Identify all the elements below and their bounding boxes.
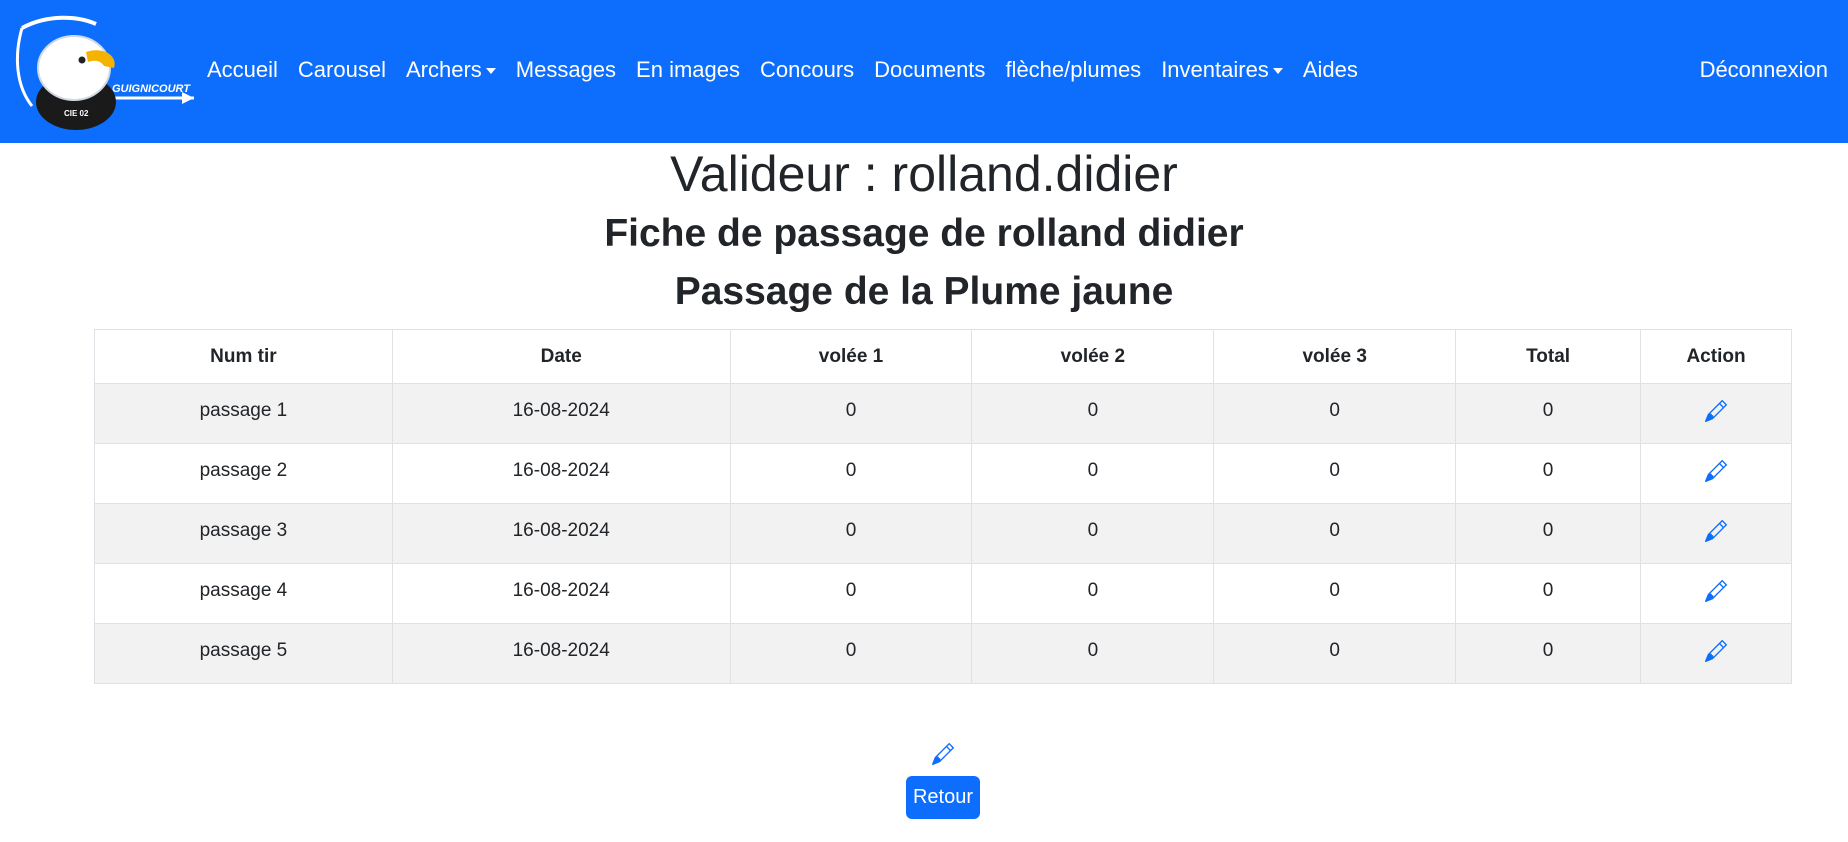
nav-item-label: Aides <box>1302 57 1358 82</box>
table-cell: 0 <box>1213 443 1457 504</box>
nav-item-label: Inventaires <box>1161 57 1269 82</box>
nav-item-7[interactable]: flèche/plumes <box>1005 57 1141 83</box>
table-cell: 0 <box>729 623 973 684</box>
table-cell: 0 <box>1213 503 1457 564</box>
column-header: Total <box>1455 329 1642 384</box>
table-cell: 0 <box>729 383 973 444</box>
action-cell <box>1640 383 1792 444</box>
nav-item-label: Documents <box>874 57 986 82</box>
table-cell: 0 <box>1213 383 1457 444</box>
level-title: Passage de la Plume jaune <box>674 270 1174 313</box>
logout-link[interactable]: Déconnexion <box>1700 52 1828 88</box>
action-cell <box>1640 623 1792 684</box>
caret-down-icon <box>1272 68 1283 74</box>
action-cell <box>1640 563 1792 624</box>
nav-item-label: En images <box>636 57 740 82</box>
table-cell: 0 <box>729 443 973 504</box>
svg-text:CIE 02: CIE 02 <box>64 109 89 118</box>
pencil-icon[interactable] <box>1705 459 1727 482</box>
table-cell: 0 <box>1213 623 1457 684</box>
column-header: Action <box>1640 329 1792 384</box>
eagle-logo[interactable]: GUIGNICOURT CIE 02 <box>8 6 198 134</box>
pencil-icon[interactable] <box>1705 399 1727 422</box>
table-cell: 0 <box>971 623 1215 684</box>
action-cell <box>1640 503 1792 564</box>
sheet-title: Fiche de passage de rolland didier <box>604 212 1244 255</box>
table-cell: 0 <box>971 563 1215 624</box>
table-row: passage 4 16-08-2024 0 0 0 0 <box>94 563 1792 624</box>
nav-item-8[interactable]: Inventaires <box>1161 57 1283 83</box>
pencil-icon[interactable] <box>1705 519 1727 542</box>
table-cell: passage 1 <box>94 383 393 444</box>
nav-item-3[interactable]: Messages <box>516 57 616 83</box>
nav-item-label: Accueil <box>207 57 278 82</box>
passage-table-container: Num tir Date volée 1 volée 2 volée 3 Total Act… <box>94 329 1792 684</box>
action-cell <box>1640 443 1792 504</box>
table-row: passage 1 16-08-2024 0 0 0 0 <box>94 383 1792 444</box>
page-header: Valideur : rolland.didier Fiche de passa… <box>0 143 1848 321</box>
table-cell: passage 4 <box>94 563 393 624</box>
nav-item-label: Archers <box>405 57 482 82</box>
column-header: volée 2 <box>971 329 1215 384</box>
column-header: volée 3 <box>1213 329 1457 384</box>
table-cell: 0 <box>1213 563 1457 624</box>
table-body: passage 1 16-08-2024 0 0 0 0 passage 2 16-08-20… <box>94 383 1792 684</box>
table-cell: 16-08-2024 <box>391 623 731 684</box>
pencil-icon[interactable] <box>1705 639 1727 662</box>
nav-item-2[interactable]: Archers <box>406 57 496 83</box>
table-cell: 0 <box>1455 563 1642 624</box>
table-cell: 16-08-2024 <box>391 383 731 444</box>
table-cell: 0 <box>1455 383 1642 444</box>
nav-item-label: Messages <box>515 57 617 82</box>
nav-links: Accueil Carousel Archers Messages En images C… <box>207 52 1378 88</box>
svg-text:GUIGNICOURT: GUIGNICOURT <box>112 83 191 95</box>
column-header: volée 1 <box>729 329 973 384</box>
pencil-icon[interactable] <box>932 743 954 765</box>
table-cell: 16-08-2024 <box>391 443 731 504</box>
table-cell: 0 <box>971 503 1215 564</box>
nav-item-6[interactable]: Documents <box>874 57 985 83</box>
back-button[interactable]: Retour <box>906 776 980 819</box>
nav-item-4[interactable]: En images <box>636 57 740 83</box>
table-header-row: Num tir Date volée 1 volée 2 volée 3 Total Act… <box>94 329 1792 384</box>
table-cell: passage 2 <box>94 443 393 504</box>
nav-item-1[interactable]: Carousel <box>298 57 386 83</box>
table-row: passage 2 16-08-2024 0 0 0 0 <box>94 443 1792 504</box>
table-cell: 0 <box>1455 443 1642 504</box>
pencil-icon[interactable] <box>1705 579 1727 602</box>
table-cell: 0 <box>729 563 973 624</box>
table-row: passage 3 16-08-2024 0 0 0 0 <box>94 503 1792 564</box>
passage-table: Num tir Date volée 1 volée 2 volée 3 Total Act… <box>94 329 1792 684</box>
table-cell: passage 3 <box>94 503 393 564</box>
table-cell: 0 <box>1455 503 1642 564</box>
nav-item-label: flèche/plumes <box>1005 57 1142 82</box>
nav-item-label: Concours <box>760 57 855 82</box>
top-navbar: GUIGNICOURT CIE 02 Accueil Carousel Archer… <box>0 0 1848 143</box>
table-cell: 16-08-2024 <box>391 503 731 564</box>
caret-down-icon <box>485 68 496 74</box>
nav-item-5[interactable]: Concours <box>760 57 854 83</box>
nav-item-9[interactable]: Aides <box>1303 57 1358 83</box>
table-cell: 0 <box>971 383 1215 444</box>
table-cell: passage 5 <box>94 623 393 684</box>
table-cell: 0 <box>1455 623 1642 684</box>
table-row: passage 5 16-08-2024 0 0 0 0 <box>94 623 1792 684</box>
nav-item-label: Carousel <box>297 57 386 82</box>
table-cell: 16-08-2024 <box>391 563 731 624</box>
table-cell: 0 <box>971 443 1215 504</box>
column-header: Num tir <box>94 329 393 384</box>
nav-item-0[interactable]: Accueil <box>207 57 278 83</box>
validator-title: Valideur : rolland.didier <box>670 146 1178 202</box>
column-header: Date <box>391 329 731 384</box>
table-cell: 0 <box>729 503 973 564</box>
